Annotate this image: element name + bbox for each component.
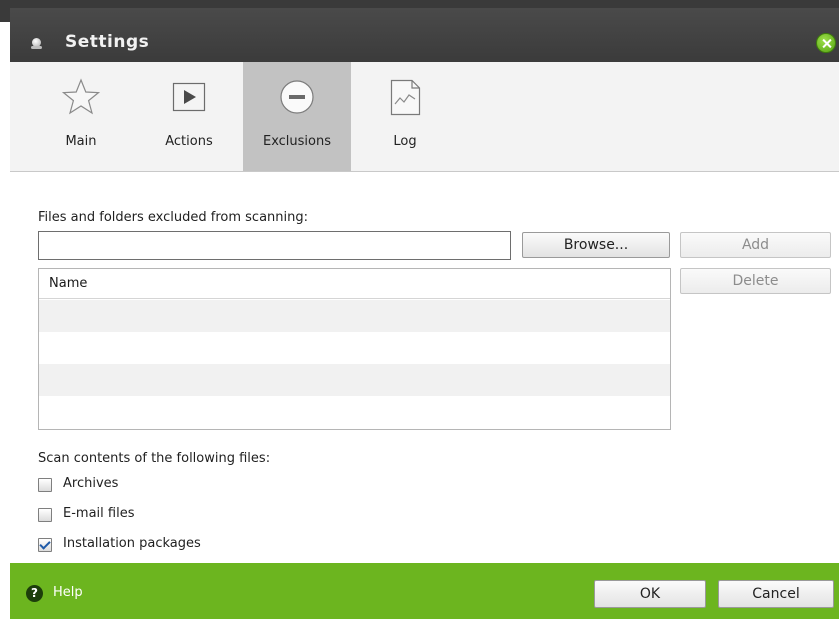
exclusion-path-input[interactable] bbox=[38, 231, 511, 260]
installation-packages-checkbox[interactable] bbox=[38, 538, 52, 552]
tab-exclusions[interactable]: Exclusions bbox=[243, 62, 351, 171]
tab-label: Main bbox=[65, 134, 97, 149]
app-icon bbox=[31, 38, 42, 49]
list-row[interactable] bbox=[39, 364, 670, 396]
settings-toolbar: Main Actions Exclusions Log bbox=[10, 62, 839, 172]
help-icon[interactable]: ? bbox=[26, 585, 43, 602]
list-row[interactable] bbox=[39, 300, 670, 332]
delete-button[interactable]: Delete bbox=[680, 268, 831, 294]
ok-button[interactable]: OK bbox=[594, 580, 706, 608]
document-chart-icon bbox=[385, 77, 425, 117]
minus-circle-icon bbox=[277, 77, 317, 117]
window-title: Settings bbox=[65, 32, 150, 52]
footer-bar: ? Help OK Cancel bbox=[10, 563, 839, 619]
tab-log[interactable]: Log bbox=[351, 62, 459, 171]
email-files-label[interactable]: E-mail files bbox=[63, 506, 134, 521]
scan-contents-label: Scan contents of the following files: bbox=[38, 451, 271, 466]
list-row[interactable] bbox=[39, 396, 670, 429]
archives-label[interactable]: Archives bbox=[63, 476, 118, 491]
email-files-checkbox[interactable] bbox=[38, 508, 52, 522]
column-header-name[interactable]: Name bbox=[39, 269, 670, 299]
title-bar: Settings bbox=[10, 8, 839, 62]
archives-checkbox[interactable] bbox=[38, 478, 52, 492]
list-row[interactable] bbox=[39, 332, 670, 364]
tab-label: Log bbox=[393, 134, 417, 149]
exclusions-list[interactable]: Name bbox=[38, 268, 671, 430]
help-link[interactable]: Help bbox=[53, 585, 83, 600]
tab-actions[interactable]: Actions bbox=[135, 62, 243, 171]
installation-packages-label[interactable]: Installation packages bbox=[63, 536, 201, 551]
cancel-button[interactable]: Cancel bbox=[718, 580, 834, 608]
star-icon bbox=[61, 77, 101, 117]
settings-dialog: Settings Main Actions Exclusions Log Fil… bbox=[10, 8, 839, 619]
tab-label: Actions bbox=[165, 134, 213, 149]
browse-button[interactable]: Browse... bbox=[522, 232, 670, 258]
exclusions-panel: Files and folders excluded from scanning… bbox=[10, 172, 839, 562]
play-icon bbox=[169, 77, 209, 117]
tab-label: Exclusions bbox=[262, 134, 332, 149]
add-button[interactable]: Add bbox=[680, 232, 831, 258]
close-icon[interactable] bbox=[816, 33, 836, 53]
tab-main[interactable]: Main bbox=[27, 62, 135, 171]
exclusions-section-label: Files and folders excluded from scanning… bbox=[38, 210, 308, 225]
